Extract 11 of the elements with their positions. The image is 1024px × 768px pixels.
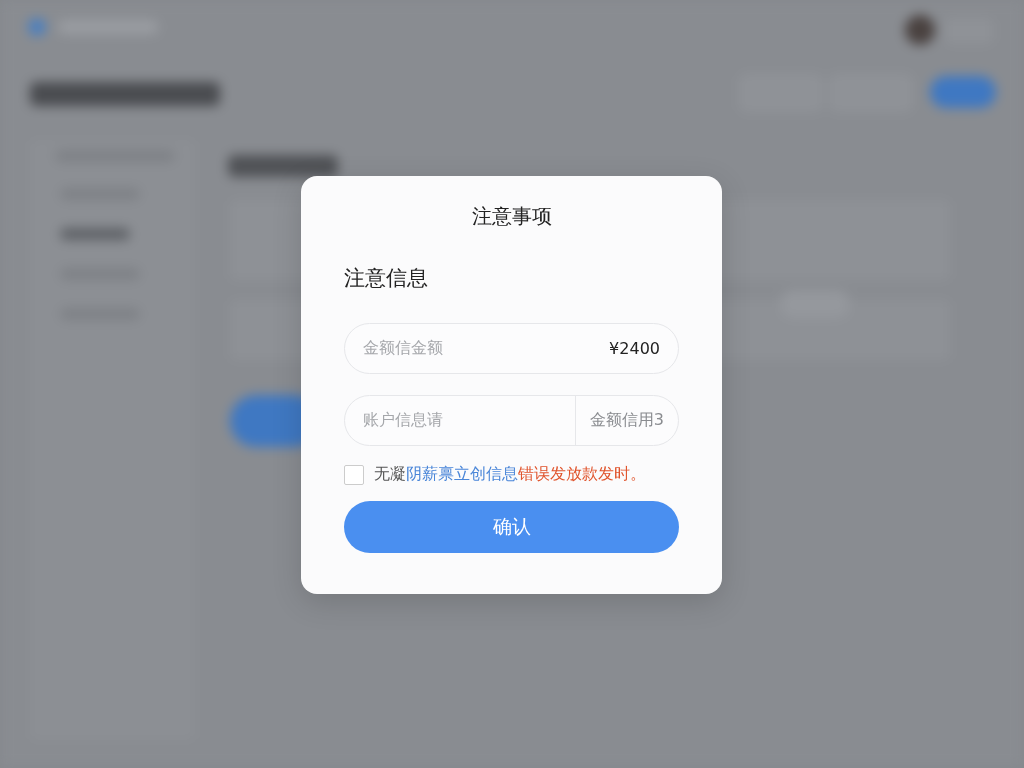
agreement-checkbox[interactable]: [344, 464, 364, 485]
amount-label: 金额信金额: [363, 338, 443, 359]
amount-value: ¥2400: [609, 339, 661, 358]
section-heading: 注意信息: [344, 265, 429, 292]
agreement-text: 无凝阴薪禀立创信息错误发放款发时。: [374, 464, 646, 485]
account-placeholder: 账户信息请: [362, 410, 444, 431]
dialog-title: 注意事项: [470, 203, 553, 230]
account-field[interactable]: 账户信息请 金额信用3: [344, 395, 679, 446]
field-suffix: 金额信用3: [574, 396, 678, 445]
confirm-button[interactable]: 确认: [344, 501, 679, 553]
amount-field[interactable]: 金额信金额 ¥2400: [344, 323, 679, 374]
